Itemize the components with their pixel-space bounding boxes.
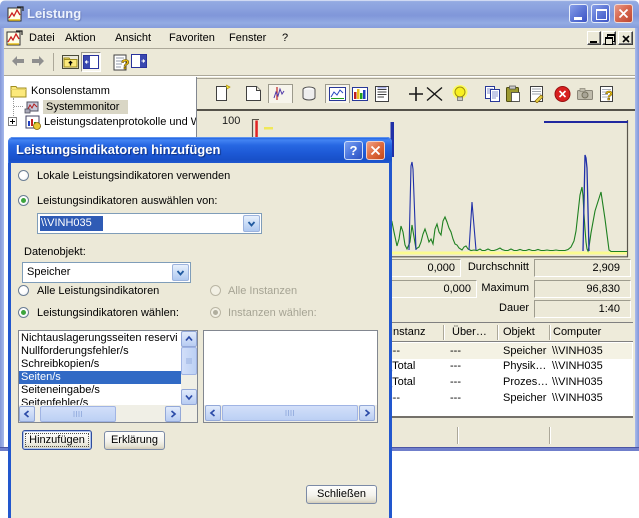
- svg-text:?: ?: [121, 56, 130, 72]
- svg-text:?: ?: [605, 88, 613, 103]
